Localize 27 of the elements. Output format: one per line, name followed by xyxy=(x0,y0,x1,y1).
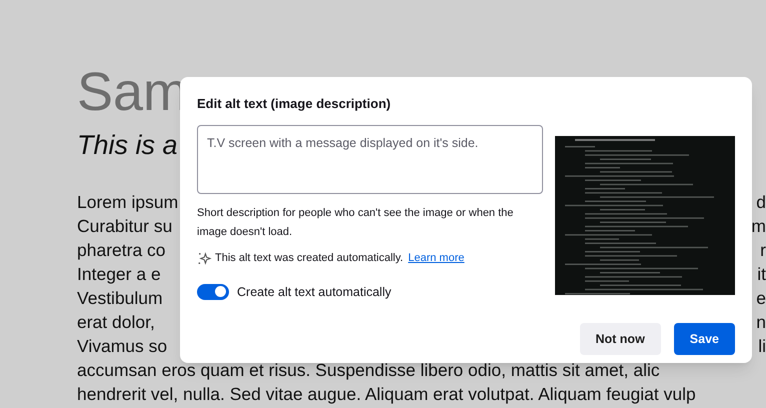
body-text: Vestibulum xyxy=(77,287,163,310)
auto-note: This alt text was created automatically. xyxy=(215,251,404,266)
body-text: hendrerit vel, nulla. Sed vitae augue. Aliquam erat volutpat. Aliquam feugiat vulp xyxy=(77,383,696,406)
body-text: li xyxy=(758,335,766,358)
sparkle-icon xyxy=(197,250,212,266)
body-text: n xyxy=(756,311,766,334)
description-field[interactable]: T.V screen with a message displayed on it's side. xyxy=(197,125,543,194)
body-text: pharetra co xyxy=(77,239,166,262)
body-text: m xyxy=(751,215,766,238)
dialog-title: Edit alt text (image description) xyxy=(197,95,391,113)
body-text: Integer a e xyxy=(77,263,161,286)
document-subtitle: This is a xyxy=(77,129,178,162)
body-text: d xyxy=(756,191,766,214)
body-text: r xyxy=(760,239,766,262)
save-button[interactable]: Save xyxy=(674,323,735,356)
body-text: accumsan eros quam et risus. Suspendisse libero odio, mattis sit amet, alic xyxy=(77,359,660,382)
body-text: Lorem ipsum xyxy=(77,191,178,214)
learn-more-link[interactable]: Learn more xyxy=(408,250,464,266)
help-text: Short description for people who can't see the image or when the image doesn't load. xyxy=(197,206,514,240)
body-text: erat dolor, xyxy=(77,311,155,334)
auto-alt-text-toggle[interactable] xyxy=(197,284,229,300)
body-text: Vivamus so xyxy=(77,335,168,358)
toggle-label: Create alt text automatically xyxy=(237,284,392,301)
body-text: it xyxy=(757,263,766,286)
body-text: e xyxy=(756,287,766,310)
dismiss-button[interactable]: Not now xyxy=(580,323,661,356)
body-text: Curabitur su xyxy=(77,215,172,238)
